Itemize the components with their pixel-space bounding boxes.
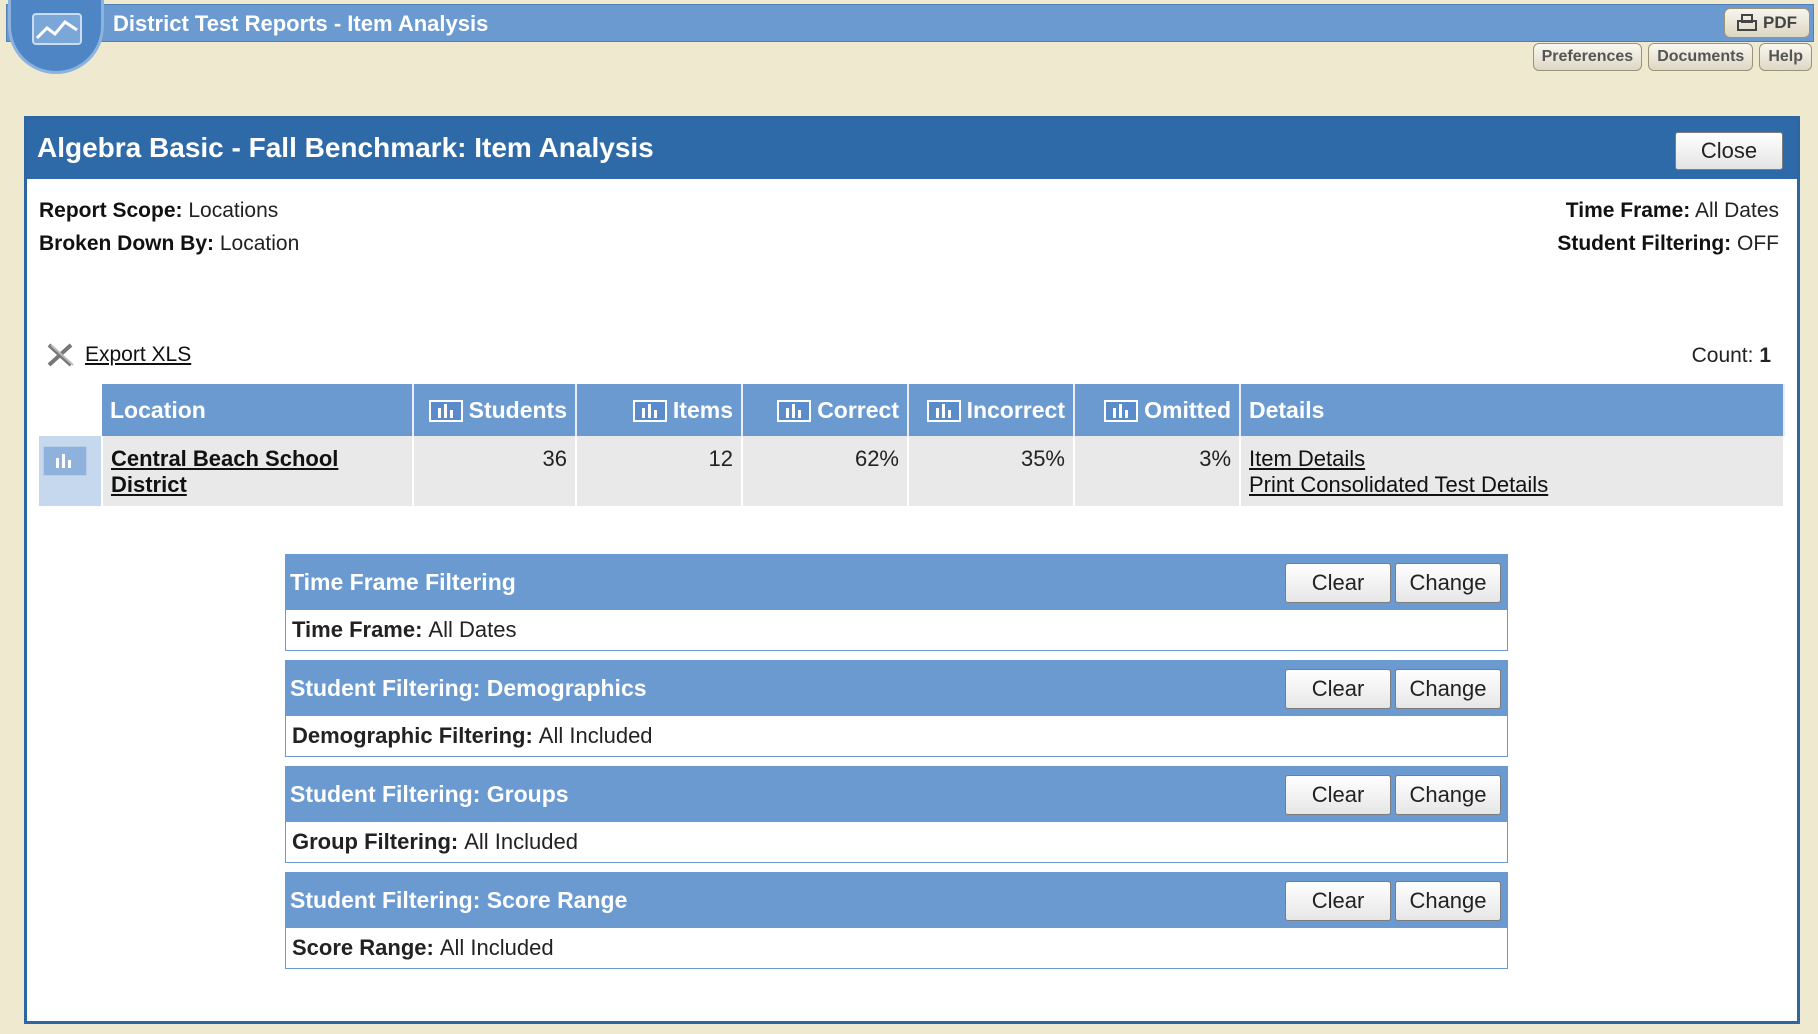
change-time-frame-button[interactable]: Change xyxy=(1395,563,1501,603)
time-frame-label: Time Frame: xyxy=(1565,199,1691,222)
demographics-filter-box: Student Filtering: Demographics Clear Ch… xyxy=(285,660,1508,757)
export-xls-link[interactable]: Export XLS xyxy=(85,343,191,367)
filter-title: Time Frame Filtering xyxy=(290,569,516,595)
chart-logo-icon xyxy=(32,13,82,45)
filter-body: Demographic Filtering: All Included xyxy=(286,716,1507,756)
student-filtering-summary: Student Filtering: OFF xyxy=(1557,232,1779,256)
app-logo xyxy=(8,0,104,74)
bar-chart-icon[interactable] xyxy=(926,400,961,423)
column-incorrect-label: Incorrect xyxy=(966,396,1065,423)
column-items[interactable]: Items xyxy=(576,384,743,436)
filter-header: Time Frame Filtering Clear Change xyxy=(286,555,1507,610)
utility-links: Preferences Documents Help xyxy=(1532,43,1812,71)
change-demographics-button[interactable]: Change xyxy=(1395,669,1501,709)
excel-export-icon xyxy=(47,343,74,367)
location-link[interactable]: Central Beach School District xyxy=(111,446,338,497)
groups-filter-box: Student Filtering: Groups Clear Change G… xyxy=(285,766,1508,863)
bar-chart-icon[interactable] xyxy=(632,400,667,423)
items-cell: 12 xyxy=(576,436,743,506)
clear-time-frame-button[interactable]: Clear xyxy=(1285,563,1391,603)
column-correct-label: Correct xyxy=(817,396,899,423)
filter-label: Score Range: xyxy=(292,935,434,960)
score-range-filter-box: Student Filtering: Score Range Clear Cha… xyxy=(285,872,1508,969)
filter-label: Group Filtering: xyxy=(292,829,459,854)
filter-value: All Included xyxy=(538,723,653,748)
close-button[interactable]: Close xyxy=(1675,132,1783,170)
print-consolidated-link[interactable]: Print Consolidated Test Details xyxy=(1249,472,1548,497)
students-cell: 36 xyxy=(413,436,577,506)
time-frame-value: All Dates xyxy=(1694,199,1779,222)
report-title: Algebra Basic - Fall Benchmark: Item Ana… xyxy=(37,132,654,163)
filter-label: Demographic Filtering: xyxy=(292,723,533,748)
column-items-label: Items xyxy=(672,396,733,423)
row-chart-cell xyxy=(39,436,103,506)
change-score-range-button[interactable]: Change xyxy=(1395,881,1501,921)
app-title-bar: District Test Reports - Item Analysis xyxy=(6,4,1814,42)
column-correct[interactable]: Correct xyxy=(742,384,909,436)
broken-down-by-value: Location xyxy=(219,232,300,255)
student-filtering-label: Student Filtering: xyxy=(1557,232,1732,255)
filter-label: Time Frame: xyxy=(292,617,423,642)
student-filtering-value: OFF xyxy=(1737,232,1779,255)
filter-value: All Dates xyxy=(428,617,517,642)
bar-chart-icon[interactable] xyxy=(1104,400,1139,423)
filter-header: Student Filtering: Demographics Clear Ch… xyxy=(286,661,1507,716)
row-count: Count: 1 xyxy=(1692,344,1771,368)
filter-value: All Included xyxy=(464,829,578,854)
filter-title: Student Filtering: Demographics xyxy=(290,675,647,701)
column-students[interactable]: Students xyxy=(413,384,577,436)
help-button[interactable]: Help xyxy=(1759,43,1812,71)
column-incorrect[interactable]: Incorrect xyxy=(908,384,1075,436)
column-omitted[interactable]: Omitted xyxy=(1074,384,1241,436)
bar-chart-icon[interactable] xyxy=(428,400,463,423)
pdf-label: PDF xyxy=(1763,13,1797,32)
column-students-label: Students xyxy=(468,396,567,423)
incorrect-cell: 35% xyxy=(908,436,1075,506)
preferences-button[interactable]: Preferences xyxy=(1532,43,1643,71)
item-details-link[interactable]: Item Details xyxy=(1249,446,1365,471)
clear-demographics-button[interactable]: Clear xyxy=(1285,669,1391,709)
filter-body: Time Frame: All Dates xyxy=(286,610,1507,650)
report-header: Algebra Basic - Fall Benchmark: Item Ana… xyxy=(27,119,1797,179)
filter-title: Student Filtering: Score Range xyxy=(290,887,628,913)
filter-panels: Time Frame Filtering Clear Change Time F… xyxy=(285,554,1508,978)
bar-chart-icon[interactable] xyxy=(43,446,87,476)
pdf-button[interactable]: PDF xyxy=(1724,8,1810,38)
documents-button[interactable]: Documents xyxy=(1648,43,1754,71)
table-row: Central Beach School District 36 12 62% … xyxy=(39,436,1785,506)
count-label: Count: xyxy=(1691,344,1754,367)
omitted-cell: 3% xyxy=(1074,436,1241,506)
item-analysis-table: Location Students Items Correct Incorrec… xyxy=(39,384,1785,506)
change-groups-button[interactable]: Change xyxy=(1395,775,1501,815)
broken-down-by: Broken Down By: Location xyxy=(39,232,299,256)
printer-icon xyxy=(1737,14,1757,31)
filter-value: All Included xyxy=(439,935,554,960)
report-scope-value: Locations xyxy=(188,199,279,222)
clear-groups-button[interactable]: Clear xyxy=(1285,775,1391,815)
filter-title: Student Filtering: Groups xyxy=(290,781,569,807)
filter-body: Score Range: All Included xyxy=(286,928,1507,968)
bar-chart-icon[interactable] xyxy=(777,400,812,423)
broken-down-by-label: Broken Down By: xyxy=(39,232,215,255)
export-xls[interactable]: Export XLS xyxy=(45,341,191,369)
location-cell: Central Beach School District xyxy=(102,436,414,506)
table-header-row: Location Students Items Correct Incorrec… xyxy=(39,384,1785,436)
time-frame-filter-box: Time Frame Filtering Clear Change Time F… xyxy=(285,554,1508,651)
count-value: 1 xyxy=(1759,344,1771,367)
filter-body: Group Filtering: All Included xyxy=(286,822,1507,862)
filter-header: Student Filtering: Score Range Clear Cha… xyxy=(286,873,1507,928)
clear-score-range-button[interactable]: Clear xyxy=(1285,881,1391,921)
time-frame-summary: Time Frame: All Dates xyxy=(1566,199,1779,223)
report-scope-label: Report Scope: xyxy=(39,199,183,222)
details-cell: Item Details Print Consolidated Test Det… xyxy=(1240,436,1785,506)
column-omitted-label: Omitted xyxy=(1144,396,1231,423)
app-title: District Test Reports - Item Analysis xyxy=(113,11,489,36)
filter-header: Student Filtering: Groups Clear Change xyxy=(286,767,1507,822)
report-panel: Algebra Basic - Fall Benchmark: Item Ana… xyxy=(24,116,1800,1024)
report-scope: Report Scope: Locations xyxy=(39,199,278,223)
header-spacer xyxy=(39,384,102,436)
column-location[interactable]: Location xyxy=(102,384,414,436)
correct-cell: 62% xyxy=(742,436,909,506)
column-details: Details xyxy=(1240,384,1785,436)
